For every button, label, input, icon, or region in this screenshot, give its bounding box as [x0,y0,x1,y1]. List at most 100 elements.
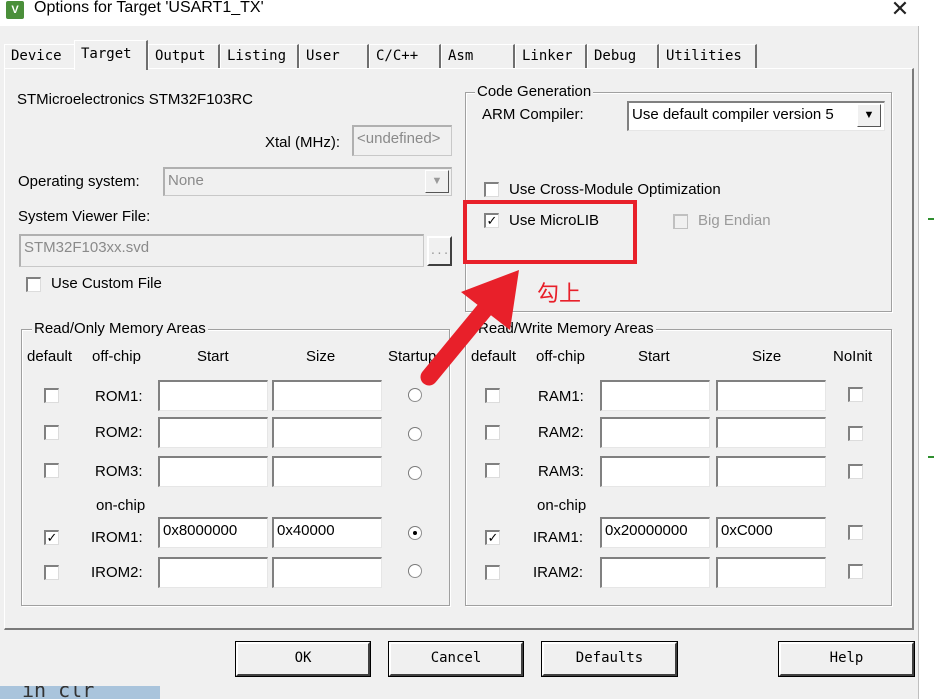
tab-utilities[interactable]: Utilities [659,44,757,68]
ram3-default-checkbox[interactable] [485,463,500,478]
arm-compiler-select[interactable]: Use default compiler version 5 [627,101,885,131]
rom1-default-checkbox[interactable] [44,388,59,403]
rw-header-start: Start [638,348,670,365]
rw-header-size: Size [752,348,782,365]
ram3-size-input[interactable] [716,456,826,487]
close-icon[interactable]: ✕ [880,0,920,22]
iram1-size-input[interactable]: 0xC000 [716,517,826,548]
ram2-label: RAM2: [538,424,584,441]
ram3-start-input[interactable] [600,456,710,487]
svd-label: System Viewer File: [18,208,151,225]
irom1-size-input[interactable]: 0x40000 [272,517,382,548]
xtal-input[interactable]: <undefined> [352,125,452,156]
iram2-noinit-checkbox[interactable] [848,564,863,579]
ro-header-offchip: off-chip [92,348,141,365]
cancel-button[interactable]: Cancel [388,641,524,677]
rom1-size-input[interactable] [272,380,382,411]
os-select-value: None [168,172,204,189]
iram1-default-checkbox[interactable]: ✓ [485,530,500,545]
arm-compiler-dropdown-arrow-icon[interactable]: ▼ [857,104,881,127]
irom2-label: IROM2: [91,564,143,581]
ram2-default-checkbox[interactable] [485,425,500,440]
arm-compiler-value: Use default compiler version 5 [632,106,834,123]
rom3-startup-radio[interactable] [408,466,422,480]
rom2-label: ROM2: [95,424,143,441]
iram2-default-checkbox[interactable] [485,565,500,580]
iram2-label: IRAM2: [533,564,584,581]
iram2-start-input[interactable] [600,557,710,588]
rom2-startup-radio[interactable] [408,427,422,441]
rom2-default-checkbox[interactable] [44,425,59,440]
ram1-label: RAM1: [538,388,584,405]
irom2-start-input[interactable] [158,557,268,588]
keil-uvision-icon: V [6,1,24,19]
big-endian-checkbox[interactable] [673,214,688,229]
irom2-size-input[interactable] [272,557,382,588]
tab-user[interactable]: User [299,44,369,68]
ram2-noinit-checkbox[interactable] [848,426,863,441]
ram3-label: RAM3: [538,463,584,480]
title-bar: V Options for Target 'USART1_TX' ✕ [0,0,935,26]
iram1-start-input[interactable]: 0x20000000 [600,517,710,548]
help-button[interactable]: Help [778,641,915,677]
background-editor-strip-bottom: in clr [0,686,160,699]
rom3-start-input[interactable] [158,456,268,487]
irom1-default-checkbox[interactable]: ✓ [44,530,59,545]
window-title: Options for Target 'USART1_TX' [34,0,264,16]
irom1-start-input[interactable]: 0x8000000 [158,517,268,548]
xtal-label: Xtal (MHz): [265,134,340,151]
rw-header-noinit: NoInit [833,348,873,365]
ram1-noinit-checkbox[interactable] [848,387,863,402]
tab-target[interactable]: Target [74,40,148,70]
ram1-size-input[interactable] [716,380,826,411]
code-generation-title: Code Generation [475,83,594,100]
use-custom-file-checkbox[interactable] [26,277,41,292]
tab-c-cpp[interactable]: C/C++ [369,44,441,68]
ram2-start-input[interactable] [600,417,710,448]
background-editor-strip [918,26,935,699]
cross-module-optimization-checkbox[interactable] [484,182,499,197]
use-custom-file-label: Use Custom File [51,275,162,292]
tab-linker[interactable]: Linker [515,44,587,68]
big-endian-label: Big Endian [698,212,771,229]
tab-asm[interactable]: Asm [441,44,515,68]
rom3-default-checkbox[interactable] [44,463,59,478]
irom2-startup-radio[interactable] [408,564,422,578]
rom1-start-input[interactable] [158,380,268,411]
ro-onchip-label: on-chip [96,497,146,514]
os-select[interactable]: None [163,167,452,196]
tab-debug[interactable]: Debug [587,44,659,68]
defaults-button[interactable]: Defaults [541,641,678,677]
annotation-highlight-box [463,200,637,264]
rom3-label: ROM3: [95,463,143,480]
tab-listing[interactable]: Listing [220,44,299,68]
arm-compiler-label: ARM Compiler: [482,106,584,123]
rom2-start-input[interactable] [158,417,268,448]
irom1-startup-radio[interactable] [408,526,422,540]
rom3-size-input[interactable] [272,456,382,487]
ram1-start-input[interactable] [600,380,710,411]
ram3-noinit-checkbox[interactable] [848,464,863,479]
os-label: Operating system: [18,173,140,190]
svd-input[interactable]: STM32F103xx.svd [19,234,424,267]
background-marker [928,456,934,458]
ok-button[interactable]: OK [235,641,371,677]
ro-header-start: Start [197,348,229,365]
irom1-label: IROM1: [91,529,143,546]
tab-device[interactable]: Device [4,44,76,68]
ram2-size-input[interactable] [716,417,826,448]
iram1-noinit-checkbox[interactable] [848,525,863,540]
iram2-size-input[interactable] [716,557,826,588]
iram1-label: IRAM1: [533,529,584,546]
annotation-arrow [420,270,519,386]
os-dropdown-arrow-icon[interactable]: ▼ [425,170,449,193]
background-text: in clr [22,686,95,699]
tab-output[interactable]: Output [148,44,220,68]
background-marker [928,218,934,220]
ro-header-size: Size [306,348,336,365]
cross-module-optimization-label: Use Cross-Module Optimization [509,181,721,198]
rw-header-offchip: off-chip [536,348,585,365]
irom2-default-checkbox[interactable] [44,565,59,580]
rom2-size-input[interactable] [272,417,382,448]
ro-header-default: default [27,348,73,365]
